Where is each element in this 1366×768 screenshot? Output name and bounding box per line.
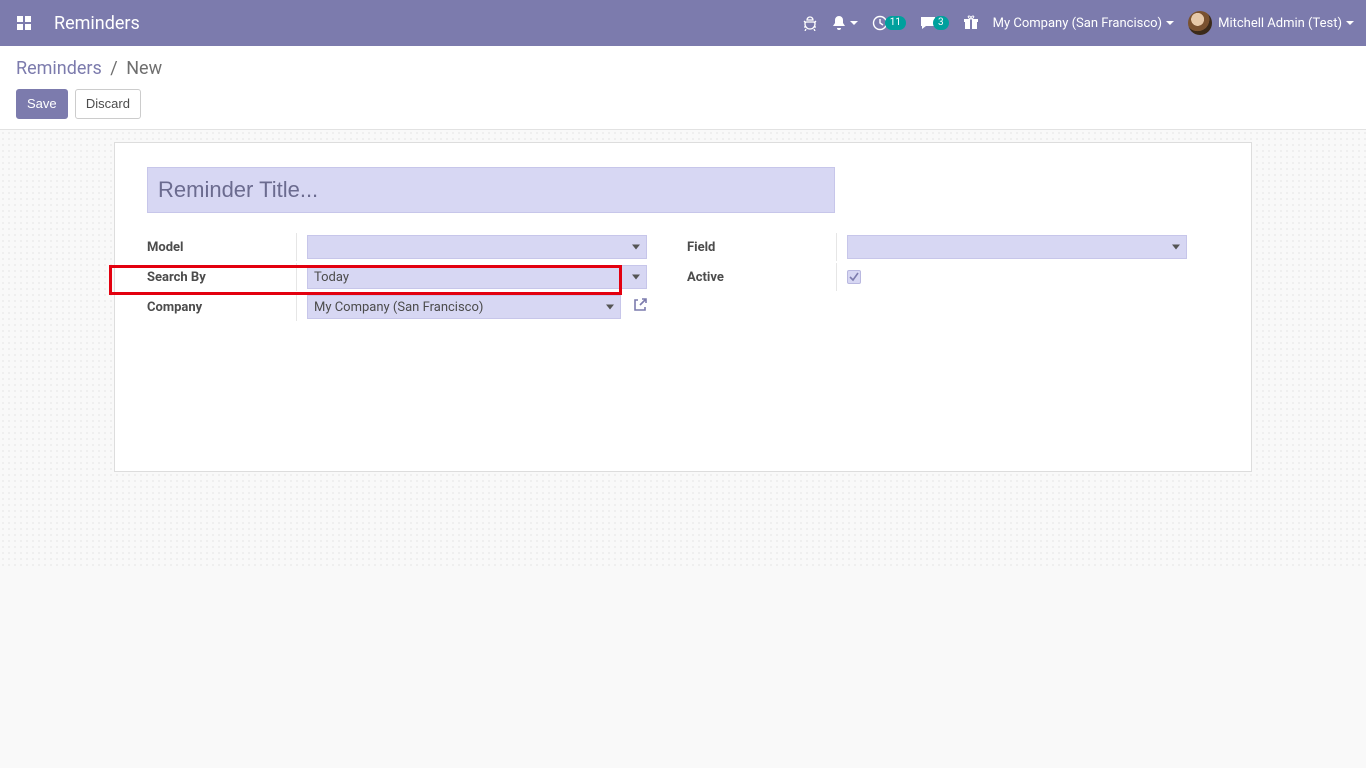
row-search-by: Search By Today (147, 263, 647, 291)
form-right-column: Field Active (687, 233, 1187, 323)
external-link-icon (633, 298, 647, 312)
caret-down-icon (1346, 21, 1354, 25)
company-external-link[interactable] (633, 298, 647, 316)
bell-icon (832, 15, 846, 31)
control-panel: Reminders / New Save Discard (0, 46, 1366, 130)
debug-button[interactable] (802, 15, 818, 31)
app-title[interactable]: Reminders (54, 13, 140, 34)
company-switcher[interactable]: My Company (San Francisco) (993, 16, 1174, 31)
breadcrumb-separator: / (110, 58, 117, 79)
navbar: Reminders 11 3 My Company (San Francisco… (0, 0, 1366, 46)
page-remainder (0, 570, 1366, 768)
active-checkbox[interactable] (847, 270, 861, 284)
notifications-button[interactable] (832, 15, 858, 31)
user-name: Mitchell Admin (Test) (1218, 16, 1342, 31)
gift-icon (963, 15, 979, 31)
caret-down-icon (850, 21, 858, 25)
field-field[interactable] (847, 235, 1187, 259)
label-search-by: Search By (147, 263, 297, 291)
form-left-column: Model Search By Today (147, 233, 647, 323)
apps-menu-button[interactable] (12, 11, 36, 35)
company-name: My Company (San Francisco) (993, 16, 1162, 31)
label-active: Active (687, 263, 837, 291)
search-by-value: Today (314, 270, 349, 285)
row-active: Active (687, 263, 1187, 291)
caret-down-icon (1166, 21, 1174, 25)
company-value: My Company (San Francisco) (314, 300, 483, 315)
reminder-title-input[interactable] (147, 167, 835, 213)
breadcrumb: Reminders / New (16, 58, 1350, 79)
form-sheet: Model Search By Today (114, 142, 1252, 472)
discard-button[interactable]: Discard (75, 89, 141, 119)
apps-icon (16, 15, 32, 31)
label-company: Company (147, 293, 297, 321)
search-by-field[interactable]: Today (307, 265, 647, 289)
save-button[interactable]: Save (16, 89, 68, 119)
messaging-button[interactable]: 3 (920, 16, 949, 30)
bug-icon (802, 15, 818, 31)
breadcrumb-root[interactable]: Reminders (16, 58, 102, 79)
form-background: Model Search By Today (0, 130, 1366, 570)
breadcrumb-current: New (126, 58, 162, 79)
label-field: Field (687, 233, 837, 261)
row-field: Field (687, 233, 1187, 261)
check-icon (849, 272, 859, 282)
user-menu[interactable]: Mitchell Admin (Test) (1188, 11, 1354, 35)
row-model: Model (147, 233, 647, 261)
avatar (1188, 11, 1212, 35)
company-field[interactable]: My Company (San Francisco) (307, 295, 621, 319)
gift-button[interactable] (963, 15, 979, 31)
activities-count-badge: 11 (885, 16, 906, 30)
messages-count-badge: 3 (933, 16, 949, 30)
row-company: Company My Company (San Francisco) (147, 293, 647, 321)
activities-button[interactable]: 11 (872, 15, 906, 31)
label-model: Model (147, 233, 297, 261)
model-field[interactable] (307, 235, 647, 259)
